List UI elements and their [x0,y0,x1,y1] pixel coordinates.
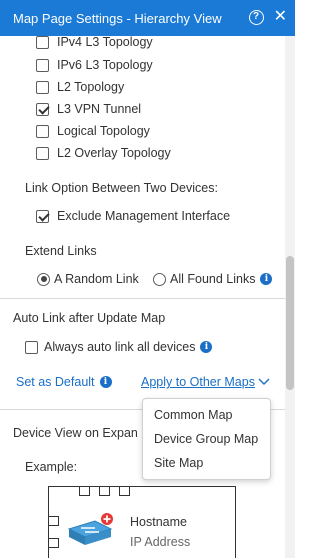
radio[interactable] [153,272,166,286]
option-l2-topology[interactable]: L2 Topology [36,80,124,94]
option-always-auto-link[interactable]: Always auto link all devices i [25,340,213,354]
router-icon [67,513,113,545]
checkbox[interactable] [36,58,49,72]
scrollbar-thumb[interactable] [286,256,294,390]
title-actions: ? ✕ [248,9,287,25]
radio-selected[interactable] [37,272,50,286]
checkbox[interactable] [36,146,49,160]
checkbox[interactable] [36,36,49,49]
title-bar: Map Page Settings - Hierarchy View ? ✕ [0,0,295,36]
info-icon[interactable]: i [99,376,112,388]
example-label: Example: [25,460,78,474]
port [48,538,59,548]
dialog-title: Map Page Settings - Hierarchy View [13,11,222,26]
menu-item-device-group-map[interactable]: Device Group Map [154,432,258,446]
device-view-heading: Device View on Expan [13,426,138,440]
option-ipv4-l3-topology[interactable]: IPv4 L3 Topology [36,36,153,49]
checkbox-checked[interactable] [36,102,49,116]
option-exclude-management-interface[interactable]: Exclude Management Interface [36,209,230,223]
auto-link-heading: Auto Link after Update Map [13,311,166,325]
apply-to-other-maps-link[interactable]: Apply to Other Maps [141,375,270,389]
port [48,516,59,526]
option-logical-topology[interactable]: Logical Topology [36,124,150,138]
radio-random-link[interactable]: A Random Link [37,272,139,286]
checkbox[interactable] [36,124,49,138]
option-ipv6-l3-topology[interactable]: IPv6 L3 Topology [36,58,153,72]
radio-all-found-links[interactable]: All Found Links i [153,272,273,286]
device-example-box: Hostname IP Address [48,486,236,558]
port [99,486,110,496]
extend-links-heading: Extend Links [25,244,97,258]
info-icon[interactable]: i [200,341,213,353]
option-l2-overlay-topology[interactable]: L2 Overlay Topology [36,146,171,160]
hostname-label: Hostname [130,515,187,529]
menu-item-site-map[interactable]: Site Map [154,456,203,470]
ip-address-label: IP Address [130,535,191,549]
port [79,486,90,496]
checkbox[interactable] [36,80,49,94]
help-icon[interactable]: ? [248,9,264,25]
option-l3-vpn-tunnel[interactable]: L3 VPN Tunnel [36,102,141,116]
set-as-default-link[interactable]: Set as Default i [16,375,112,389]
link-option-heading: Link Option Between Two Devices: [25,181,218,195]
chevron-down-icon [258,378,270,385]
checkbox-checked[interactable] [36,209,49,223]
close-icon[interactable]: ✕ [274,9,287,25]
info-icon[interactable]: i [260,273,273,285]
divider [0,298,285,299]
apply-maps-menu: Common Map Device Group Map Site Map [142,398,271,480]
checkbox[interactable] [25,340,38,354]
port [119,486,130,496]
menu-item-common-map[interactable]: Common Map [154,408,233,422]
